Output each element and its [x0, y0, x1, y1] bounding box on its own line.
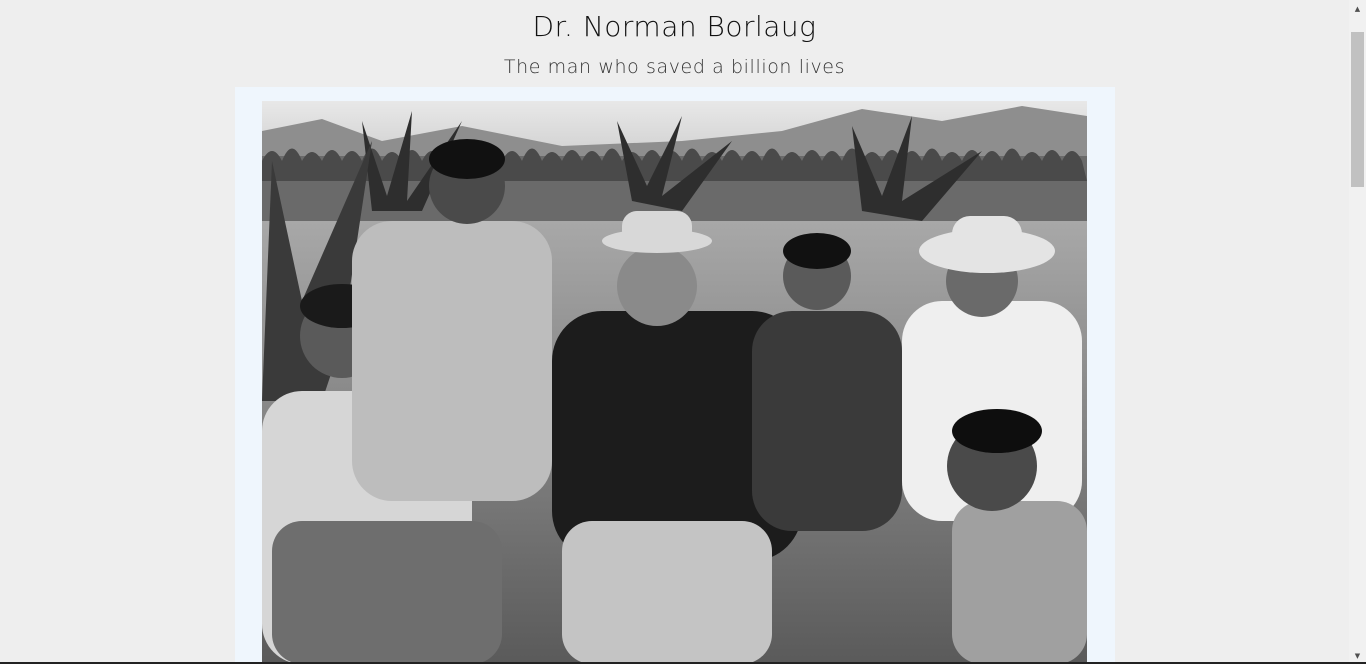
vertical-scrollbar[interactable]: ▲ ▼ — [1349, 0, 1366, 664]
scrollbar-thumb[interactable] — [1351, 32, 1364, 187]
tribute-page: Dr. Norman Borlaug The man who saved a b… — [0, 0, 1349, 664]
page-title: Dr. Norman Borlaug — [532, 10, 817, 43]
scroll-up-icon[interactable]: ▲ — [1349, 0, 1366, 17]
image-container — [235, 87, 1115, 664]
borlaug-photo — [262, 101, 1087, 664]
page-subtitle: The man who saved a billion lives — [503, 56, 846, 78]
